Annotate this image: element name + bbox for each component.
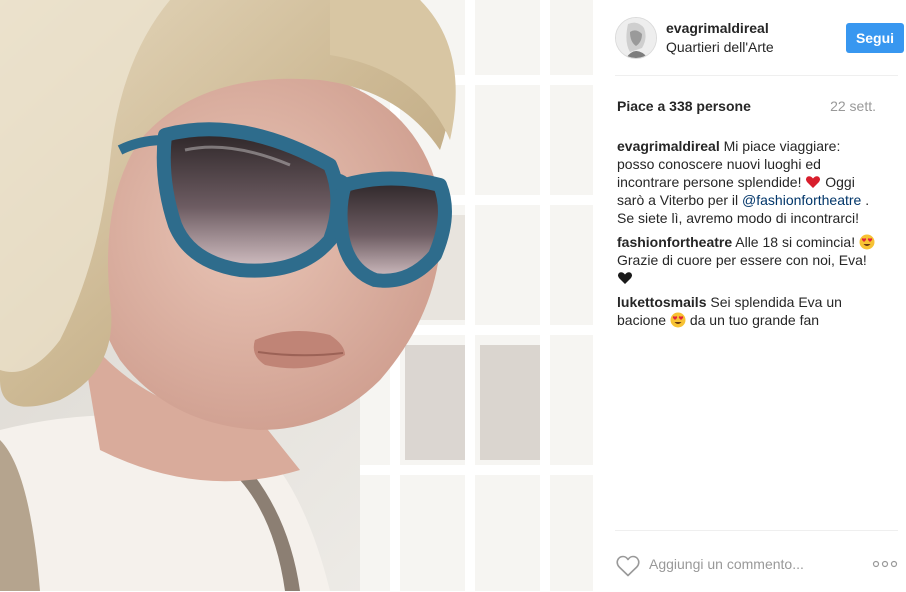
red-heart-emoji-icon <box>806 176 821 188</box>
avatar-image <box>616 18 656 58</box>
comment-bar <box>615 530 898 592</box>
post-sidebar: evagrimaldireal Quartieri dell'Arte Segu… <box>593 0 906 591</box>
location-link[interactable]: Quartieri dell'Arte <box>666 39 774 55</box>
comment-item: fashionfortheatre Alle 18 si comincia! G… <box>617 233 879 287</box>
comment-text: Alle 18 si comincia! <box>735 234 856 250</box>
mention-link[interactable]: @fashionfortheatre <box>742 192 861 208</box>
comment-item: lukettosmails Sei splendida Eva un bacio… <box>617 293 879 329</box>
avatar[interactable] <box>615 17 657 59</box>
username-link[interactable]: evagrimaldireal <box>666 20 769 36</box>
post-date[interactable]: 22 sett. <box>830 98 876 114</box>
comments-list: evagrimaldireal Mi piace viaggiare: poss… <box>617 137 879 335</box>
add-comment-input[interactable] <box>649 554 839 574</box>
instagram-post-view: evagrimaldireal Quartieri dell'Arte Segu… <box>0 0 906 591</box>
heart-outline-icon[interactable] <box>616 555 640 577</box>
more-options-icon[interactable] <box>872 559 898 569</box>
comment-item: evagrimaldireal Mi piace viaggiare: poss… <box>617 137 879 227</box>
comment-username[interactable]: evagrimaldireal <box>617 138 720 154</box>
selfie-image <box>0 0 593 591</box>
post-header: evagrimaldireal Quartieri dell'Arte Segu… <box>615 17 904 76</box>
likes-count[interactable]: Piace a 338 persone <box>617 98 751 114</box>
comment-username[interactable]: lukettosmails <box>617 294 706 310</box>
heart-eyes-emoji-icon <box>859 234 875 250</box>
heart-eyes-emoji-icon <box>670 312 686 328</box>
comment-text: da un tuo grande fan <box>689 312 820 328</box>
comment-text: Grazie di cuore per essere con noi, Eva! <box>617 252 867 268</box>
post-photo[interactable] <box>0 0 593 591</box>
black-heart-emoji-icon <box>618 272 632 284</box>
comment-username[interactable]: fashionfortheatre <box>617 234 732 250</box>
follow-button[interactable]: Segui <box>846 23 904 53</box>
